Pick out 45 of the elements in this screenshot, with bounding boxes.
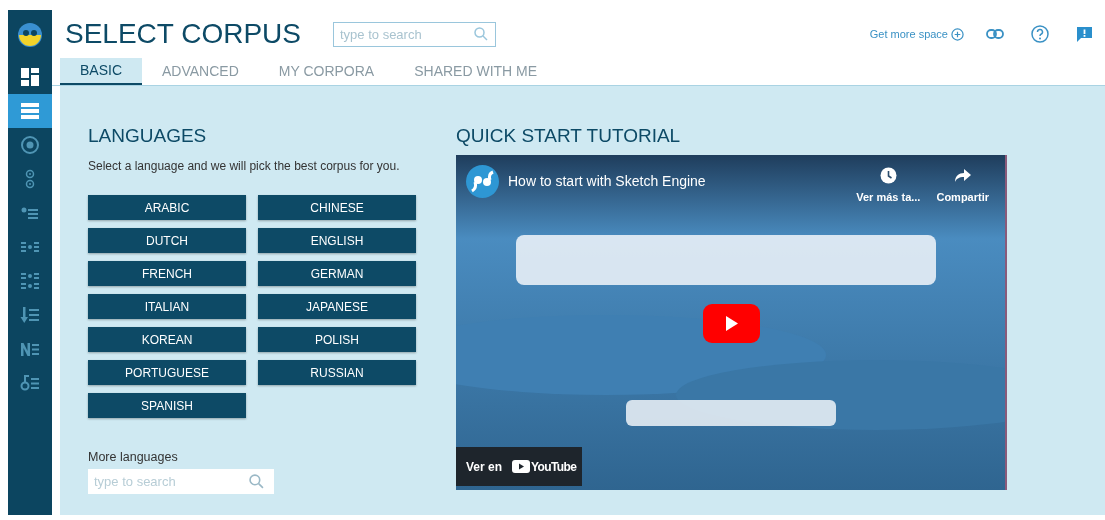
grid-icon	[20, 67, 40, 87]
tab[interactable]: BASIC	[60, 58, 142, 85]
share-button[interactable]: Compartir	[936, 189, 989, 206]
language-button[interactable]: DUTCH	[88, 228, 246, 253]
ring-icon	[20, 135, 40, 155]
page-title: SELECT CORPUS	[65, 20, 301, 48]
video-player[interactable]: How to start with Sketch Engine Ver más ta... Compartir Ver en YouTube	[456, 155, 1007, 490]
language-button[interactable]: ENGLISH	[258, 228, 416, 253]
get-more-space-link[interactable]: Get more space	[869, 25, 948, 43]
watch-on-youtube-button[interactable]: Ver en YouTube	[456, 447, 582, 486]
video-title[interactable]: How to start with Sketch Engine	[508, 171, 706, 192]
language-button[interactable]: JAPANESE	[258, 294, 416, 319]
plus-icon	[951, 27, 964, 41]
language-button[interactable]: RUSSIAN	[258, 360, 416, 385]
list-icon	[20, 101, 40, 121]
language-button[interactable]: FRENCH	[88, 261, 246, 286]
help-icon[interactable]	[1031, 25, 1049, 43]
language-button[interactable]: KOREAN	[88, 327, 246, 352]
arrow-list-icon	[20, 305, 40, 325]
language-button[interactable]: POLISH	[258, 327, 416, 352]
section-title: QUICK START TUTORIAL	[456, 126, 682, 145]
field-label: More languages	[88, 449, 179, 466]
channel-logo-icon[interactable]	[466, 165, 499, 198]
key-list-icon	[20, 373, 40, 393]
search-icon	[474, 26, 488, 41]
language-button[interactable]: ARABIC	[88, 195, 246, 220]
youtube-play-icon	[512, 460, 531, 473]
search-icon	[249, 473, 264, 489]
watch-later-button[interactable]: Ver más ta...	[856, 189, 921, 206]
language-button[interactable]: ITALIAN	[88, 294, 246, 319]
dot-grid-double-icon	[20, 271, 40, 291]
language-button[interactable]: CHINESE	[258, 195, 416, 220]
language-button[interactable]: PORTUGUESE	[88, 360, 246, 385]
play-button-icon[interactable]	[703, 304, 760, 343]
section-title: LANGUAGES	[88, 126, 208, 145]
clock-icon	[879, 167, 897, 184]
language-search-field[interactable]: type to search	[88, 468, 274, 494]
link-icon[interactable]	[986, 29, 1004, 39]
hint-text: Select a language and we will pick the best corpus for you.	[88, 158, 401, 175]
share-arrow-icon	[953, 167, 972, 184]
feedback-icon[interactable]	[1076, 25, 1093, 43]
search-field[interactable]: type to search	[333, 21, 496, 47]
language-button[interactable]: GERMAN	[258, 261, 416, 286]
logo-icon	[17, 22, 43, 48]
language-button[interactable]: SPANISH	[88, 393, 246, 418]
